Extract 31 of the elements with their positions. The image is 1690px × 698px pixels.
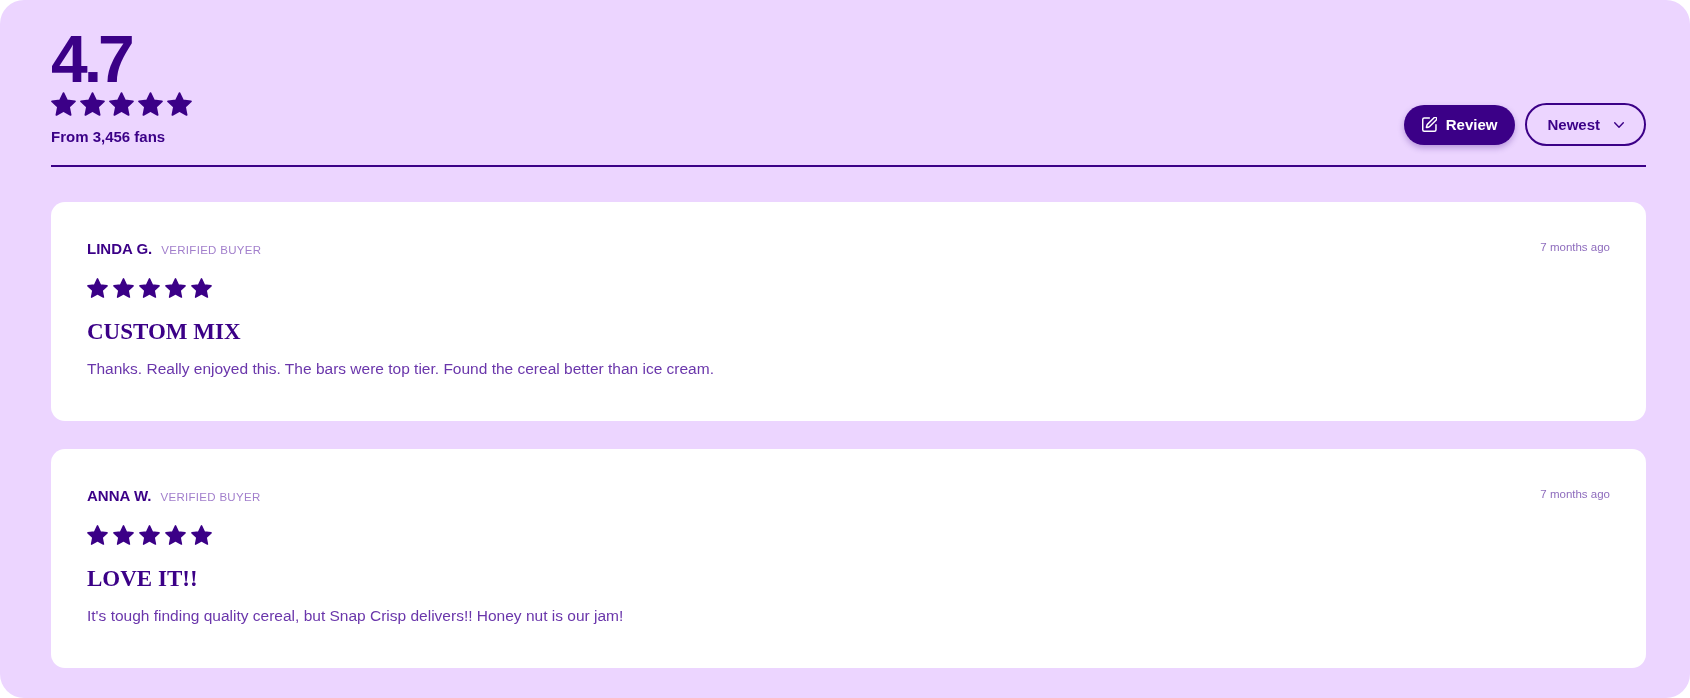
review-text: Thanks. Really enjoyed this. The bars were top tier. Found the cereal better than ice cream. [87,359,714,379]
star-icon [139,525,160,545]
review-title: CUSTOM MIX [87,319,241,345]
review-text: It's tough finding quality cereal, but Snap Crisp delivers!! Honey nut is our jam! [87,606,624,626]
verified-label: VERIFIED BUYER [161,244,262,256]
average-rating: 4.7 [51,30,131,88]
review-time: 7 months ago [1540,488,1610,500]
star-icon [87,278,108,298]
fan-count: From 3,456 fans [51,128,166,146]
star-icon [51,92,76,116]
edit-icon [1421,117,1437,132]
review-button[interactable]: Review [1403,104,1516,145]
star-icon [80,92,105,116]
star-icon [138,92,163,116]
star-icon [113,525,134,545]
review-time: 7 months ago [1540,241,1610,253]
star-icon [167,92,192,116]
star-icon [165,278,186,298]
chevron-down-icon [1614,121,1624,128]
star-icon [191,278,212,298]
star-icon [191,525,212,545]
star-icon [165,525,186,545]
sort-dropdown[interactable]: Newest [1525,103,1646,146]
star-icon [87,525,108,545]
review-title: LOVE IT!! [87,566,198,592]
star-icon [113,278,134,298]
star-icon [109,92,134,116]
verified-label: VERIFIED BUYER [160,491,261,503]
reviewer-name: ANNA W. [87,487,152,505]
star-icon [139,278,160,298]
reviewer-name: LINDA G. [87,240,153,258]
